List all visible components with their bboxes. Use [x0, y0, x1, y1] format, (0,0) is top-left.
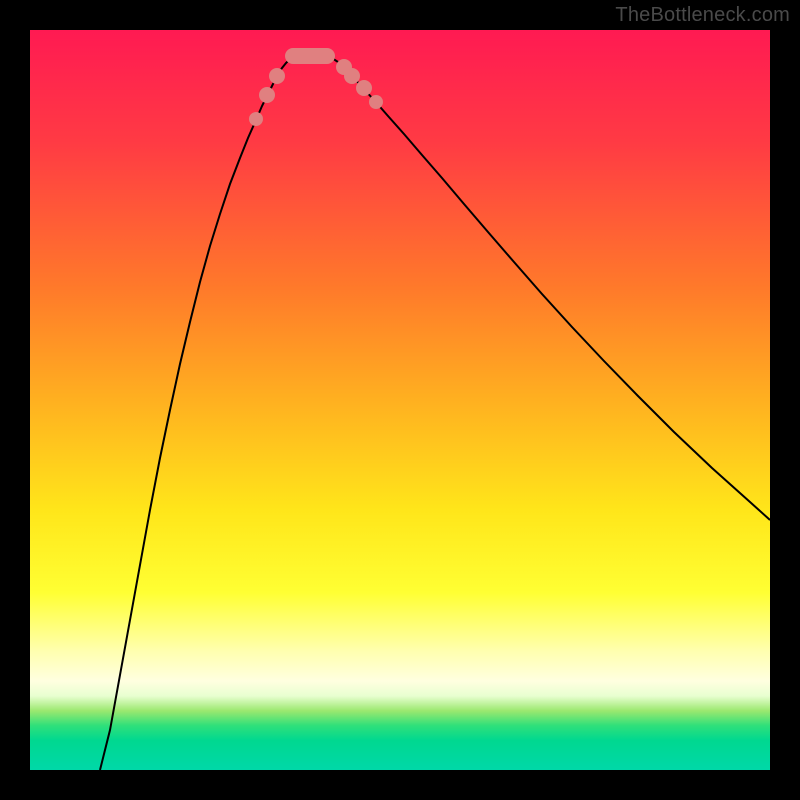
curve-right-arm — [328, 56, 770, 520]
marker-dot — [249, 112, 263, 126]
marker-dot — [259, 87, 275, 103]
chart-frame: TheBottleneck.com — [0, 0, 800, 800]
marker-dot — [356, 80, 372, 96]
marker-pill — [285, 48, 335, 64]
marker-dot — [269, 68, 285, 84]
marker-group — [249, 48, 383, 126]
curve-left-arm — [100, 56, 293, 770]
marker-dot — [369, 95, 383, 109]
watermark-text: TheBottleneck.com — [615, 4, 790, 27]
plot-area — [30, 30, 770, 770]
marker-dot — [344, 68, 360, 84]
curve-layer — [30, 30, 770, 770]
